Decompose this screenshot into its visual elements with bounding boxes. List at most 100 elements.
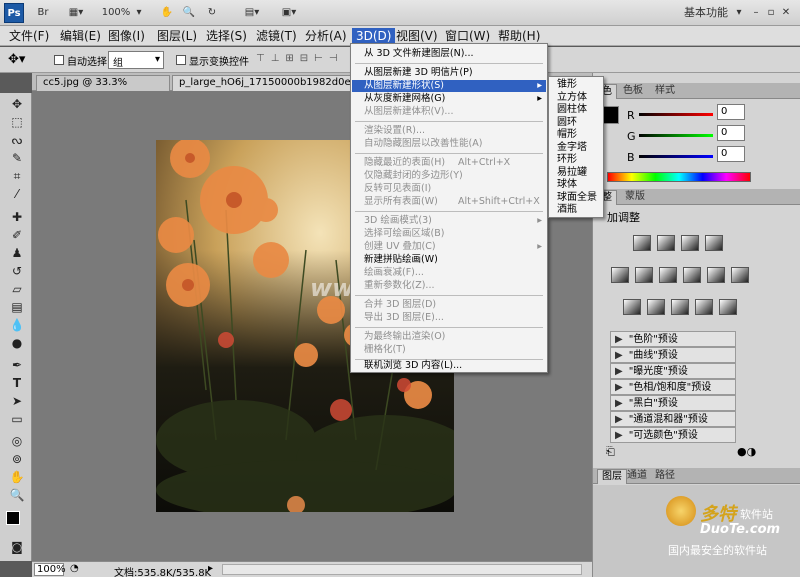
chevron-down-icon[interactable]: ▾ bbox=[734, 4, 744, 22]
menu-item-new-layer-from-3d-file[interactable]: 从 3D 文件新建图层(N)... bbox=[352, 48, 546, 60]
tab-swatches[interactable]: 色板 bbox=[619, 84, 647, 99]
menu-image[interactable]: 图像(I) bbox=[104, 28, 149, 44]
menu-window[interactable]: 窗口(W) bbox=[441, 28, 494, 44]
color-balance-icon[interactable] bbox=[659, 267, 677, 283]
threshold-icon[interactable] bbox=[671, 299, 689, 315]
tab-masks[interactable]: 蒙版 bbox=[621, 190, 649, 205]
zoom-field[interactable]: 100% bbox=[34, 563, 66, 576]
menu-file[interactable]: 文件(F) bbox=[5, 28, 53, 44]
r-value[interactable]: 0 bbox=[717, 104, 745, 120]
menu-item-merge-3d-layers[interactable]: 合并 3D 图层(D) bbox=[352, 299, 546, 311]
color-spectrum-bar[interactable] bbox=[607, 172, 751, 182]
menu-item-browse-3d-content[interactable]: 联机浏览 3D 内容(L)... bbox=[352, 360, 546, 372]
b-slider[interactable] bbox=[639, 155, 713, 158]
hand-tool-icon[interactable]: ✋ bbox=[7, 469, 27, 485]
submenu-item-donut[interactable]: 圆环 bbox=[557, 117, 577, 129]
submenu-item-ring[interactable]: 环形 bbox=[557, 154, 577, 166]
menu-item-new-postcard[interactable]: 从图层新建 3D 明信片(P) bbox=[352, 67, 546, 79]
menu-item-new-shape-from-layer[interactable]: 从图层新建形状(S) ▸ bbox=[352, 80, 546, 92]
menu-item-invert-visible-surfaces[interactable]: 反转可见表面(I) bbox=[352, 183, 546, 195]
clone-stamp-icon[interactable]: ♟ bbox=[7, 245, 27, 261]
menu-item-new-mesh-from-grayscale[interactable]: 从灰度新建网格(G) ▸ bbox=[352, 93, 546, 105]
rotate-view-icon[interactable]: ↻ bbox=[203, 4, 221, 22]
gradient-tool-icon[interactable]: ▤ bbox=[7, 299, 27, 315]
menu-help[interactable]: 帮助(H) bbox=[494, 28, 544, 44]
preset-channel-mixer[interactable]: ▶ "通道混和器"预设 bbox=[610, 411, 736, 427]
zoom-tool-icon[interactable]: 🔍 bbox=[180, 4, 198, 22]
tab-channels[interactable]: 通道 bbox=[623, 469, 651, 484]
eyedropper-tool-icon[interactable]: ⁄ bbox=[7, 186, 27, 202]
exposure-icon[interactable] bbox=[705, 235, 723, 251]
vibrance-icon[interactable] bbox=[611, 267, 629, 283]
adjust-footer-tools[interactable]: ●◑ bbox=[737, 445, 756, 458]
menu-filter[interactable]: 滤镜(T) bbox=[252, 28, 301, 44]
eraser-tool-icon[interactable]: ▱ bbox=[7, 281, 27, 297]
menu-item-new-tiled-painting[interactable]: 新建拼贴绘画(W) bbox=[352, 254, 546, 266]
menu-item-render-settings[interactable]: 渲染设置(R)... bbox=[352, 125, 546, 137]
photo-filter-icon[interactable] bbox=[707, 267, 725, 283]
hand-tool-icon[interactable]: ✋ bbox=[158, 4, 176, 22]
levels-icon[interactable] bbox=[657, 235, 675, 251]
show-transform-checkbox[interactable] bbox=[176, 55, 186, 65]
preset-levels[interactable]: ▶ "色阶"预设 bbox=[610, 331, 736, 347]
menu-edit[interactable]: 编辑(E) bbox=[56, 28, 105, 44]
submenu-item-hat[interactable]: 帽形 bbox=[557, 129, 577, 141]
marquee-tool-icon[interactable]: ⬚ bbox=[7, 114, 27, 130]
b-value[interactable]: 0 bbox=[717, 146, 745, 162]
horizontal-scrollbar[interactable] bbox=[222, 564, 582, 575]
align-icons[interactable]: ⊤⊥⊞⊟⊢⊣ bbox=[256, 53, 344, 64]
invert-icon[interactable] bbox=[623, 299, 641, 315]
foreground-color-swatch[interactable] bbox=[6, 511, 20, 525]
crop-tool-icon[interactable]: ⌗ bbox=[7, 168, 27, 184]
preset-hue-saturation[interactable]: ▶ "色相/饱和度"预设 bbox=[610, 379, 736, 395]
type-tool-icon[interactable]: T bbox=[7, 375, 27, 391]
quick-select-tool-icon[interactable]: ✎ bbox=[7, 150, 27, 166]
shape-tool-icon[interactable]: ▭ bbox=[7, 411, 27, 427]
dodge-tool-icon[interactable]: ● bbox=[7, 335, 27, 351]
adjust-footer-icon[interactable]: ⎗ bbox=[606, 445, 615, 459]
brightness-icon[interactable] bbox=[633, 235, 651, 251]
black-white-icon[interactable] bbox=[683, 267, 701, 283]
g-value[interactable]: 0 bbox=[717, 125, 745, 141]
tab-paths[interactable]: 路径 bbox=[651, 469, 679, 484]
restore-icon[interactable]: ▫ bbox=[765, 4, 777, 22]
chevron-down-icon[interactable]: ▾ bbox=[134, 4, 144, 22]
healing-brush-icon[interactable]: ✚ bbox=[7, 209, 27, 225]
menu-item-hide-nearest-surface[interactable]: 隐藏最近的表面(H) Alt+Ctrl+X bbox=[352, 157, 546, 169]
path-select-icon[interactable]: ➤ bbox=[7, 393, 27, 409]
3d-orbit-icon[interactable]: ⊚ bbox=[7, 451, 27, 467]
3d-rotate-icon[interactable]: ◎ bbox=[7, 433, 27, 449]
gradient-map-icon[interactable] bbox=[695, 299, 713, 315]
submenu-item-soda-can[interactable]: 易拉罐 bbox=[557, 167, 587, 179]
menu-item-new-volume[interactable]: 从图层新建体积(V)... bbox=[352, 106, 546, 118]
r-slider[interactable] bbox=[639, 113, 713, 116]
move-tool-icon[interactable]: ✥▾ bbox=[8, 52, 25, 67]
menu-item-reparameterize[interactable]: 重新参数化(Z)... bbox=[352, 280, 546, 292]
minimize-icon[interactable]: – bbox=[750, 4, 762, 22]
submenu-item-cone[interactable]: 锥形 bbox=[557, 79, 577, 91]
lasso-tool-icon[interactable]: ᔓ bbox=[7, 132, 27, 148]
menu-item-auto-hide-layers[interactable]: 自动隐藏图层以改善性能(A) bbox=[352, 138, 546, 150]
zoom-tool-icon[interactable]: 🔍 bbox=[7, 487, 27, 503]
screen-mode-button[interactable]: ▣▾ bbox=[275, 4, 303, 22]
menu-item-paint-falloff[interactable]: 绘画衰减(F)... bbox=[352, 267, 546, 279]
close-icon[interactable]: ✕ bbox=[780, 4, 792, 22]
menu-view[interactable]: 视图(V) bbox=[392, 28, 442, 44]
hue-saturation-icon[interactable] bbox=[635, 267, 653, 283]
submenu-item-wine-bottle[interactable]: 酒瓶 bbox=[557, 204, 577, 216]
history-brush-icon[interactable]: ↺ bbox=[7, 263, 27, 279]
posterize-icon[interactable] bbox=[647, 299, 665, 315]
submenu-item-cylinder[interactable]: 圆柱体 bbox=[557, 104, 587, 116]
brush-tool-icon[interactable]: ✐ bbox=[7, 227, 27, 243]
menu-item-export-3d-layer[interactable]: 导出 3D 图层(E)... bbox=[352, 312, 546, 324]
submenu-item-spherical-panorama[interactable]: 球面全景 bbox=[557, 192, 597, 204]
view-extras-button[interactable]: ▦▾ bbox=[62, 4, 90, 22]
curves-icon[interactable] bbox=[681, 235, 699, 251]
menu-analysis[interactable]: 分析(A) bbox=[301, 28, 351, 44]
menu-item-reveal-all-surfaces[interactable]: 显示所有表面(W) Alt+Shift+Ctrl+X bbox=[352, 196, 546, 208]
tab-document-1[interactable]: cc5.jpg @ 33.3%(RGB/8) bbox=[36, 75, 170, 102]
menu-item-rasterize[interactable]: 栅格化(T) bbox=[352, 344, 546, 356]
preset-black-white[interactable]: ▶ "黑白"预设 bbox=[610, 395, 736, 411]
channel-mixer-icon[interactable] bbox=[731, 267, 749, 283]
status-icon[interactable]: ◔ bbox=[70, 563, 79, 574]
